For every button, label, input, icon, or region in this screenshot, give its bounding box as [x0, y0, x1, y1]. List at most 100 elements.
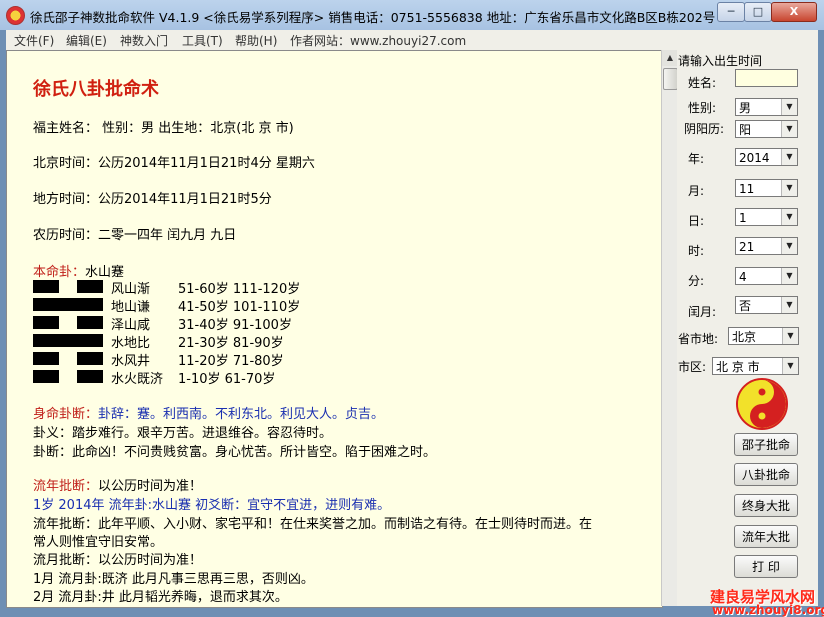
calendar-value: 阳 [739, 123, 752, 137]
dropdown-arrow-icon[interactable]: ▼ [782, 358, 798, 374]
district-label: 市区: [678, 360, 707, 374]
hexagram-name: 地山谦 [111, 300, 151, 315]
report-heading: 徐氏八卦批命术 [33, 79, 159, 100]
yin-line-icon [33, 352, 59, 365]
month-1: 1月 流月卦:既济 此月凡事三思再三思，否则凶。 [33, 572, 314, 587]
yin-line-icon [77, 370, 103, 383]
liu-nian-first: 1岁 2014年 流年卦:水山蹇 初爻断：宜守不宜进，进则有难。 [33, 498, 391, 513]
dropdown-arrow-icon[interactable]: ▼ [781, 209, 797, 225]
gender-value: 男 [739, 101, 752, 115]
client-info: 福主姓名： 性别：男 出生地：北京(北 京 市) [33, 121, 294, 136]
hexagram-ages: 41-50岁 101-110岁 [178, 300, 301, 315]
month-label: 月: [688, 184, 705, 198]
maximize-button[interactable]: □ [744, 2, 772, 22]
hexagram-ages: 31-40岁 91-100岁 [178, 318, 292, 333]
day-label: 日: [688, 214, 705, 228]
minute-select[interactable]: 4 ▼ [735, 267, 798, 285]
month-2: 2月 流月卦:井 此月韬光养晦，退而求其次。 [33, 590, 288, 605]
minute-value: 4 [739, 270, 747, 284]
hexagram-name: 水地比 [111, 336, 151, 351]
menu-intro[interactable]: 神数入门 [120, 32, 168, 49]
hexagram-ages: 51-60岁 111-120岁 [178, 282, 301, 297]
leap-month-select[interactable]: 否 ▼ [735, 296, 798, 314]
hexagram-name: 泽山咸 [111, 318, 151, 333]
dropdown-arrow-icon[interactable]: ▼ [781, 121, 797, 137]
year-value: 2014 [739, 151, 770, 165]
shaozi-reading-button[interactable]: 邵子批命 [734, 433, 798, 456]
dropdown-arrow-icon[interactable]: ▼ [781, 238, 797, 254]
ben-ming-label: 本命卦： [33, 265, 86, 280]
liu-nian-title-value: 以公历时间为准！ [98, 479, 203, 494]
dropdown-arrow-icon[interactable]: ▼ [781, 268, 797, 284]
dropdown-arrow-icon[interactable]: ▼ [781, 297, 797, 313]
hour-label: 时: [688, 244, 705, 258]
menu-tools[interactable]: 工具(T) [182, 32, 223, 49]
hexagram-name: 水火既济 [111, 372, 164, 387]
report-panel[interactable]: 徐氏八卦批命术 福主姓名： 性别：男 出生地：北京(北 京 市) 北京时间：公历… [6, 50, 663, 608]
name-input[interactable] [735, 69, 798, 87]
hexagram-ages: 21-30岁 81-90岁 [178, 336, 284, 351]
yang-line-icon [33, 334, 103, 347]
province-select[interactable]: 北京 ▼ [728, 327, 799, 345]
hexagram-name: 水风井 [111, 354, 151, 369]
yin-line-icon [77, 316, 103, 329]
report-scrollbar[interactable]: ▲ [661, 50, 678, 606]
title-bar: 徐氏邵子神数批命软件 V4.1.9 <徐氏易学系列程序> 销售电话：0751-5… [0, 0, 824, 30]
hexagram-name: 风山渐 [111, 282, 151, 297]
minimize-button[interactable]: ─ [717, 2, 745, 22]
lifetime-reading-button[interactable]: 终身大批 [734, 494, 798, 517]
gender-select[interactable]: 男 ▼ [735, 98, 798, 116]
print-button[interactable]: 打 印 [734, 555, 798, 578]
day-select[interactable]: 1 ▼ [735, 208, 798, 226]
scroll-up-arrow-icon[interactable]: ▲ [662, 50, 678, 66]
menu-help[interactable]: 帮助(H) [235, 32, 277, 49]
watermark-url: www.zhouyi8.org [712, 603, 824, 617]
province-label: 省市地: [678, 332, 719, 346]
menu-edit[interactable]: 编辑(E) [66, 32, 107, 49]
gua-duan: 卦断：此命凶！不问贵贱贫富。身心忧苦。所计皆空。陷于困难之时。 [33, 445, 437, 460]
yin-line-icon [33, 316, 59, 329]
month-value: 11 [739, 182, 755, 196]
local-time: 地方时间：公历2014年11月1日21时5分 [33, 192, 272, 207]
window-title: 徐氏邵子神数批命软件 V4.1.9 <徐氏易学系列程序> 销售电话：0751-5… [30, 10, 716, 25]
yearly-reading-button[interactable]: 流年大批 [734, 525, 798, 548]
dropdown-arrow-icon[interactable]: ▼ [781, 99, 797, 115]
dropdown-arrow-icon[interactable]: ▼ [782, 328, 798, 344]
yin-line-icon [77, 280, 103, 293]
beijing-time: 北京时间：公历2014年11月1日21时4分 星期六 [33, 156, 315, 171]
app-taiji-icon [6, 6, 25, 25]
district-select[interactable]: 北 京 市 ▼ [712, 357, 799, 375]
close-button[interactable]: X [771, 2, 817, 22]
year-label: 年: [688, 152, 705, 166]
leap-month-label: 闰月: [688, 305, 717, 319]
hour-select[interactable]: 21 ▼ [735, 237, 798, 255]
year-select[interactable]: 2014 ▼ [735, 148, 798, 166]
dropdown-arrow-icon[interactable]: ▼ [781, 149, 797, 165]
bagua-reading-button[interactable]: 八卦批命 [734, 463, 798, 486]
yin-line-icon [33, 280, 59, 293]
shen-ming-label: 身命卦断： [33, 407, 99, 422]
liu-nian-title: 流年批断：以公历时间为准！ [33, 475, 202, 494]
yang-line-icon [33, 298, 103, 311]
input-prompt: 请输入出生时间 [678, 54, 763, 68]
yin-line-icon [77, 352, 103, 365]
calendar-label: 阴阳历: [684, 122, 725, 136]
taiji-graphic [738, 380, 786, 428]
menu-file[interactable]: 文件(F) [14, 32, 54, 49]
lunar-time: 农历时间：二零一四年 闰九月 九日 [33, 228, 237, 243]
dropdown-arrow-icon[interactable]: ▼ [781, 180, 797, 196]
leap-month-value: 否 [739, 299, 752, 313]
taiji-yin-yang-icon [736, 378, 788, 430]
day-value: 1 [739, 211, 747, 225]
hexagram-ages: 11-20岁 71-80岁 [178, 354, 284, 369]
menu-website[interactable]: 作者网站：www.zhouyi27.com [290, 32, 466, 49]
hour-value: 21 [739, 240, 755, 254]
month-select[interactable]: 11 ▼ [735, 179, 798, 197]
name-label: 姓名: [688, 76, 717, 90]
shen-ming-value: 卦辞：蹇。利西南。不利东北。利见大人。贞吉。 [98, 407, 385, 422]
scroll-thumb[interactable] [663, 68, 678, 90]
district-value: 北 京 市 [716, 360, 760, 374]
calendar-select[interactable]: 阳 ▼ [735, 120, 798, 138]
liu-yue-title: 流月批断：以公历时间为准！ [33, 553, 203, 568]
liu-nian-title-label: 流年批断： [33, 479, 99, 494]
